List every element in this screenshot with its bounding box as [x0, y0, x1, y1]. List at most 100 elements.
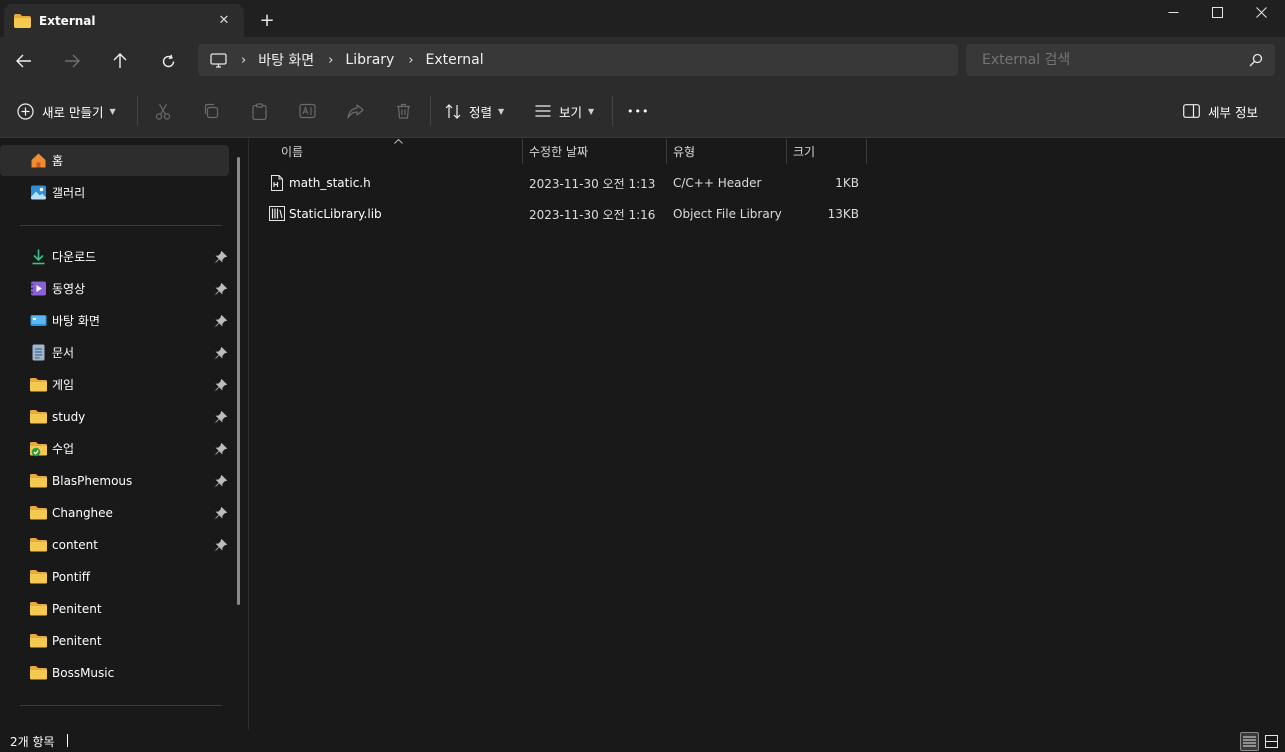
column-divider[interactable]: [786, 139, 787, 164]
navigation-bar: › 바탕 화면 › Library › External: [0, 37, 1285, 84]
maximize-button[interactable]: [1194, 0, 1240, 24]
folder-icon: [30, 538, 47, 552]
pin-icon[interactable]: [215, 507, 227, 519]
column-header-date[interactable]: 수정한 날짜: [529, 139, 588, 164]
column-header-name[interactable]: 이름: [281, 139, 303, 164]
header-file-icon: [271, 175, 283, 191]
tab-external[interactable]: External ✕: [4, 4, 244, 37]
sidebar-item-home[interactable]: 홈: [0, 145, 229, 176]
sidebar-item-penitent-2[interactable]: Penitent: [0, 625, 229, 656]
rename-button[interactable]: [295, 99, 319, 123]
column-divider[interactable]: [866, 139, 867, 164]
minimize-button[interactable]: [1150, 0, 1196, 24]
pin-icon[interactable]: [215, 443, 227, 455]
sidebar-item-penitent[interactable]: Penitent: [0, 593, 229, 624]
back-button[interactable]: [9, 47, 39, 75]
sidebar-item-label: 다운로드: [52, 250, 97, 264]
sidebar-item-pontiff[interactable]: Pontiff: [0, 561, 229, 592]
sidebar-item-videos[interactable]: 동영상: [0, 273, 229, 304]
breadcrumb-desktop[interactable]: 바탕 화면: [258, 50, 314, 70]
pin-icon[interactable]: [215, 539, 227, 551]
details-pane-icon: [1183, 104, 1200, 118]
pin-icon[interactable]: [215, 379, 227, 391]
chevron-down-icon: ▼: [498, 106, 505, 116]
sort-button[interactable]: 정렬 ▼: [445, 98, 504, 124]
sidebar-item-class[interactable]: 수업: [0, 433, 229, 464]
sidebar-item-gallery[interactable]: 갤러리: [0, 177, 229, 208]
folder-icon: [30, 570, 47, 584]
more-options-button[interactable]: •••: [627, 98, 649, 124]
sidebar-item-label: 문서: [52, 346, 75, 360]
copy-icon: [204, 103, 219, 119]
library-file-icon: [269, 206, 285, 221]
copy-button[interactable]: [199, 99, 223, 123]
search-icon[interactable]: [1249, 53, 1263, 67]
file-row[interactable]: math_static.h 2023-11-30 오전 1:13 C/C++ H…: [250, 168, 870, 198]
sidebar-item-bossmusic[interactable]: BossMusic: [0, 657, 229, 688]
plus-circle-icon: [17, 102, 34, 120]
status-bar: 2개 항목: [0, 730, 1285, 752]
sidebar-item-games[interactable]: 게임: [0, 369, 229, 400]
rename-icon: [298, 103, 316, 119]
file-date: 2023-11-30 오전 1:13: [529, 176, 656, 191]
sidebar-item-documents[interactable]: 문서: [0, 337, 229, 368]
divider: [430, 96, 431, 126]
details-view-button[interactable]: [1240, 732, 1259, 751]
scissors-icon: [155, 103, 171, 120]
forward-button[interactable]: [57, 47, 87, 75]
arrow-left-icon: [16, 54, 31, 68]
details-pane-label: 세부 정보: [1208, 104, 1258, 120]
sidebar-item-downloads[interactable]: 다운로드: [0, 241, 229, 272]
sidebar-item-content[interactable]: content: [0, 529, 229, 560]
sidebar-item-label: Penitent: [52, 601, 102, 616]
delete-button[interactable]: [391, 99, 415, 123]
navigation-pane: 홈 갤러리 다운로드 동영상 바탕 화면 문서 게임 study 수업 Blas…: [0, 139, 249, 730]
gallery-icon: [31, 185, 46, 200]
tab-close-icon[interactable]: ✕: [214, 10, 234, 30]
sidebar-item-label: 수업: [52, 442, 75, 456]
download-icon: [32, 249, 45, 265]
up-button[interactable]: [105, 47, 135, 75]
file-row[interactable]: StaticLibrary.lib 2023-11-30 오전 1:16 Obj…: [250, 199, 870, 229]
pin-icon[interactable]: [215, 411, 227, 423]
view-button-label: 보기: [559, 104, 583, 120]
cut-button[interactable]: [151, 99, 175, 123]
close-window-button[interactable]: [1238, 0, 1284, 24]
pin-icon[interactable]: [215, 283, 227, 295]
tiles-view-button[interactable]: [1262, 732, 1281, 751]
sidebar-item-blasphemous[interactable]: BlasPhemous: [0, 465, 229, 496]
column-divider[interactable]: [522, 139, 523, 164]
search-box[interactable]: [966, 44, 1275, 76]
details-view-icon: [1243, 736, 1256, 747]
breadcrumb-external[interactable]: External: [426, 52, 484, 68]
pin-icon[interactable]: [215, 347, 227, 359]
file-size: 1KB: [835, 176, 859, 190]
sidebar-item-label: Pontiff: [52, 569, 91, 584]
file-type: Object File Library: [673, 207, 782, 221]
address-bar[interactable]: › 바탕 화면 › Library › External: [198, 44, 958, 76]
sidebar-item-desktop[interactable]: 바탕 화면: [0, 305, 229, 336]
sidebar-item-label: BossMusic: [52, 665, 115, 680]
folder-icon: [30, 634, 47, 648]
column-header-size[interactable]: 크기: [793, 139, 815, 164]
paste-button[interactable]: [247, 99, 271, 123]
pin-icon[interactable]: [215, 315, 227, 327]
new-button[interactable]: 새로 만들기 ▼: [17, 98, 116, 124]
sidebar-item-label: 홈: [52, 154, 64, 168]
sidebar-scrollbar[interactable]: [237, 157, 240, 605]
share-button[interactable]: [343, 99, 367, 123]
pin-icon[interactable]: [215, 251, 227, 263]
details-pane-button[interactable]: 세부 정보: [1183, 98, 1258, 124]
chevron-right-icon: ›: [241, 52, 247, 68]
search-input[interactable]: [982, 52, 1232, 68]
pin-icon[interactable]: [215, 475, 227, 487]
sidebar-item-changhee[interactable]: Changhee: [0, 497, 229, 528]
refresh-button[interactable]: [153, 47, 183, 75]
breadcrumb-library[interactable]: Library: [345, 52, 394, 68]
sidebar-item-label: 동영상: [52, 282, 86, 296]
view-button[interactable]: 보기 ▼: [535, 98, 594, 124]
sidebar-item-study[interactable]: study: [0, 401, 229, 432]
new-tab-button[interactable]: +: [256, 9, 278, 31]
column-divider[interactable]: [666, 139, 667, 164]
column-header-type[interactable]: 유형: [673, 139, 695, 164]
